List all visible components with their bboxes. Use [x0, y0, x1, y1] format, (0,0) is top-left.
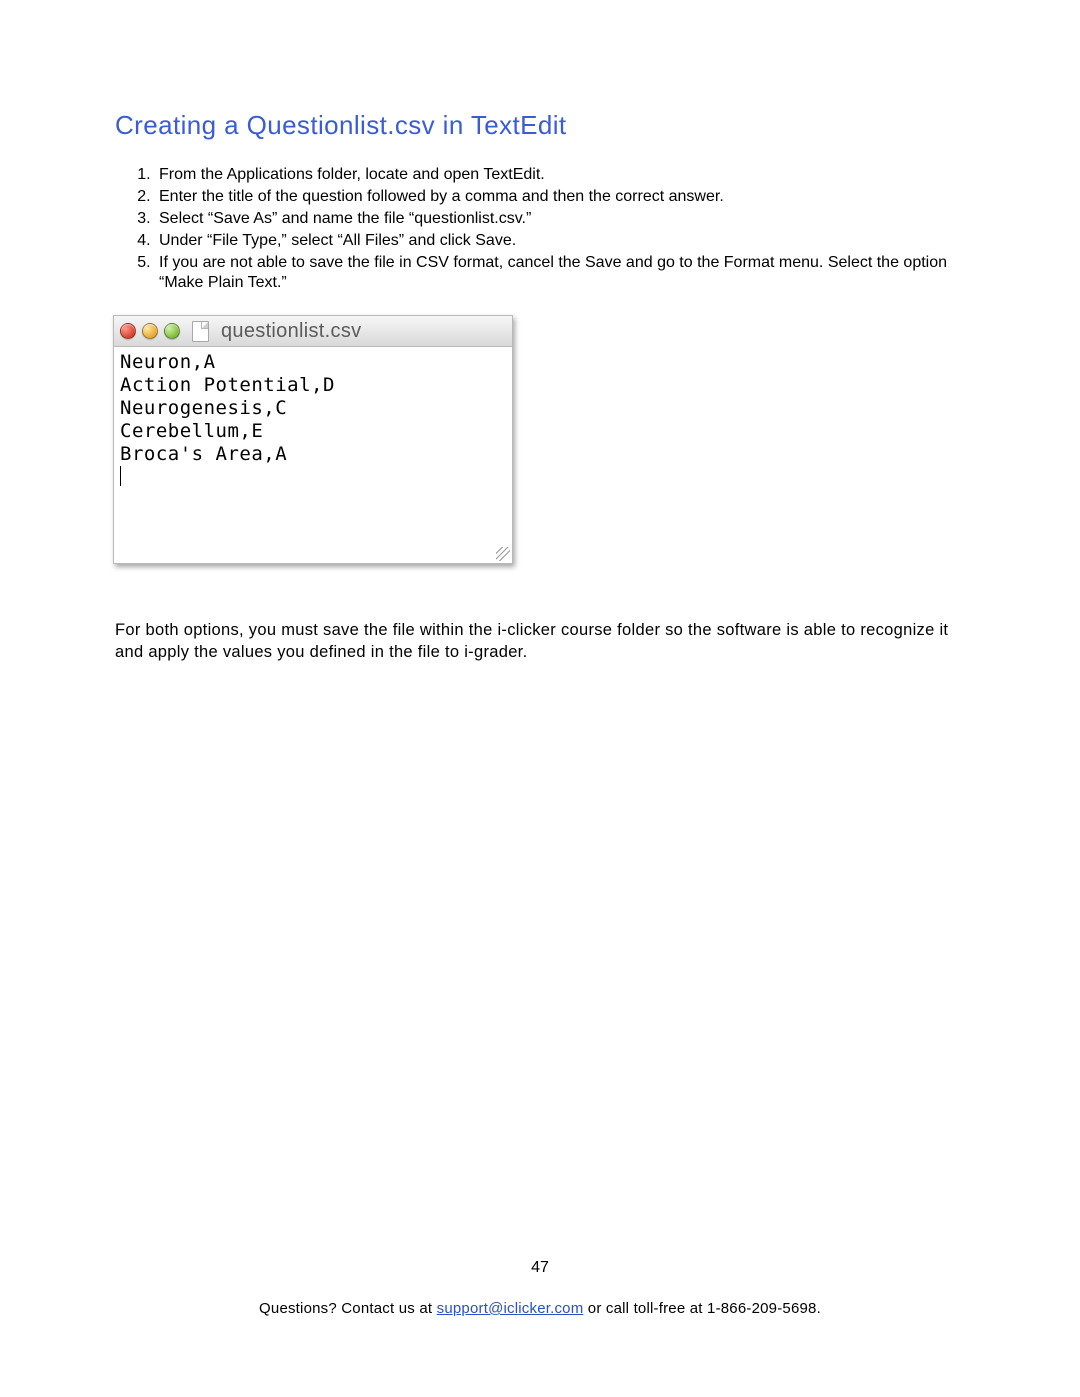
support-email-link[interactable]: support@iclicker.com — [437, 1300, 584, 1317]
instruction-list: From the Applications folder, locate and… — [115, 165, 965, 293]
text-cursor-icon — [120, 466, 121, 486]
textedit-window: questionlist.csv Neuron,A Action Potenti… — [113, 315, 513, 564]
page-number: 47 — [0, 1259, 1080, 1277]
footer-text-prefix: Questions? Contact us at — [259, 1300, 437, 1317]
editor-line: Broca's Area,A — [120, 443, 506, 466]
editor-line: Neuron,A — [120, 351, 506, 374]
text-editor-body[interactable]: Neuron,A Action Potential,D Neurogenesis… — [114, 347, 512, 563]
window-titlebar: questionlist.csv — [114, 316, 512, 347]
document-icon — [192, 321, 209, 342]
footer-text-suffix: . — [817, 1300, 821, 1317]
resize-grip-icon[interactable] — [496, 547, 510, 561]
close-icon[interactable] — [120, 323, 136, 339]
editor-line: Neurogenesis,C — [120, 397, 506, 420]
step-item: Under “File Type,” select “All Files” an… — [155, 231, 965, 251]
footnote-paragraph: For both options, you must save the file… — [115, 620, 965, 664]
editor-line: Cerebellum,E — [120, 420, 506, 443]
step-item: From the Applications folder, locate and… — [155, 165, 965, 185]
step-item: If you are not able to save the file in … — [155, 253, 965, 293]
window-title: questionlist.csv — [221, 320, 361, 343]
footer-phone: 1-866-209-5698 — [707, 1300, 817, 1317]
footer-contact: Questions? Contact us at support@iclicke… — [0, 1300, 1080, 1317]
step-item: Enter the title of the question followed… — [155, 187, 965, 207]
editor-cursor-line — [120, 466, 506, 490]
document-page: Creating a Questionlist.csv in TextEdit … — [0, 0, 1080, 664]
minimize-icon[interactable] — [142, 323, 158, 339]
zoom-icon[interactable] — [164, 323, 180, 339]
step-item: Select “Save As” and name the file “ques… — [155, 209, 965, 229]
section-heading: Creating a Questionlist.csv in TextEdit — [115, 110, 965, 141]
editor-line: Action Potential,D — [120, 374, 506, 397]
footer-text-middle: or call toll-free at — [583, 1300, 707, 1317]
